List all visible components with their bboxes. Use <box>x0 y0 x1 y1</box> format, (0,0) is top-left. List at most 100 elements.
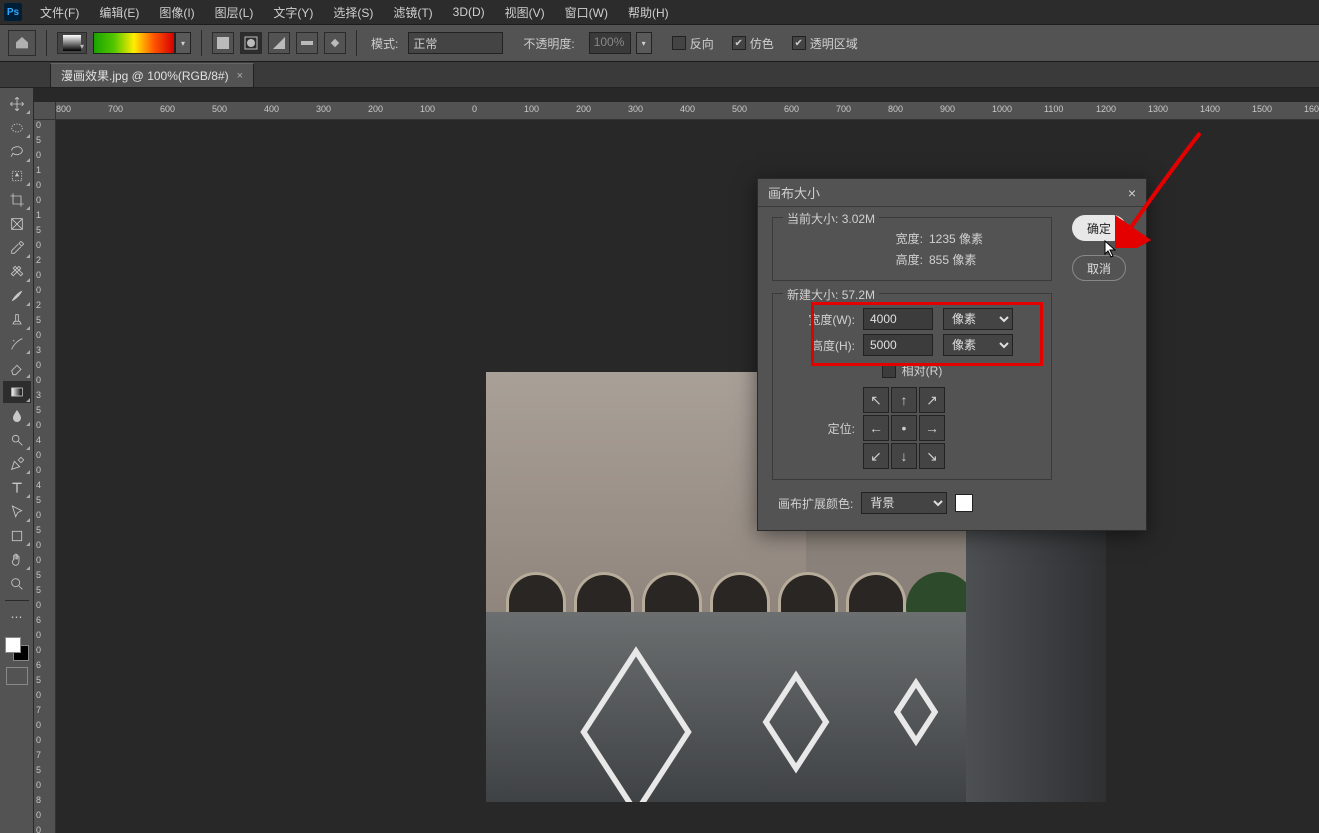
width-unit-select[interactable]: 像素 <box>943 308 1013 330</box>
dialog-titlebar[interactable]: 画布大小 × <box>758 179 1146 207</box>
anchor-se[interactable]: ↘ <box>919 443 945 469</box>
hand-tool[interactable] <box>3 549 31 571</box>
relative-checkbox[interactable] <box>882 364 896 378</box>
ruler-corner <box>34 102 56 120</box>
transparency-label: 透明区域 <box>810 35 858 52</box>
menu-bar: Ps 文件(F) 编辑(E) 图像(I) 图层(L) 文字(Y) 选择(S) 滤… <box>0 0 1319 24</box>
anchor-c[interactable]: • <box>891 415 917 441</box>
zoom-tool[interactable] <box>3 573 31 595</box>
vertical-ruler: 0501001502002503003504004505005506006507… <box>34 120 56 833</box>
ok-button[interactable]: 确定 <box>1072 215 1126 241</box>
current-size-value: 3.02M <box>842 212 875 226</box>
anchor-ne[interactable]: ↗ <box>919 387 945 413</box>
gradient-preview[interactable] <box>93 32 175 54</box>
height-unit-select[interactable]: 像素 <box>943 334 1013 356</box>
menu-help[interactable]: 帮助(H) <box>618 1 679 24</box>
document-tab[interactable]: 漫画效果.jpg @ 100%(RGB/8#) × <box>50 63 254 87</box>
gradient-radial-icon[interactable] <box>240 32 262 54</box>
crop-tool[interactable] <box>3 189 31 211</box>
blur-tool[interactable] <box>3 405 31 427</box>
menu-file[interactable]: 文件(F) <box>30 1 89 24</box>
menu-window[interactable]: 窗口(W) <box>555 1 618 24</box>
menu-layer[interactable]: 图层(L) <box>205 1 264 24</box>
transparency-checkbox[interactable]: 透明区域 <box>792 35 858 52</box>
new-size-value: 57.2M <box>842 288 875 302</box>
gradient-angle-icon[interactable] <box>268 32 290 54</box>
anchor-e[interactable]: → <box>919 415 945 441</box>
gradient-reflected-icon[interactable] <box>296 32 318 54</box>
dither-label: 仿色 <box>750 35 774 52</box>
menu-filter[interactable]: 滤镜(T) <box>383 1 442 24</box>
anchor-nw[interactable]: ↖ <box>863 387 889 413</box>
menu-type[interactable]: 文字(Y) <box>263 1 323 24</box>
width-field-label: 宽度(W): <box>785 311 855 328</box>
quick-select-tool[interactable] <box>3 165 31 187</box>
mode-select[interactable]: 正常 <box>408 32 503 54</box>
cur-width-label: 宽度: <box>863 230 923 247</box>
canvas-size-dialog: 画布大小 × 确定 取消 当前大小: 3.02M 宽度: 1235 像素 高度: 8… <box>757 178 1147 531</box>
menu-image[interactable]: 图像(I) <box>149 1 204 24</box>
history-brush-tool[interactable] <box>3 333 31 355</box>
edit-toolbar-icon[interactable]: ⋯ <box>3 606 31 628</box>
tools-panel: ⋯ <box>0 88 34 833</box>
dialog-close-icon[interactable]: × <box>1128 185 1136 201</box>
home-button[interactable] <box>8 30 36 56</box>
close-tab-icon[interactable]: × <box>237 70 243 82</box>
eraser-tool[interactable] <box>3 357 31 379</box>
anchor-n[interactable]: ↑ <box>891 387 917 413</box>
dither-checkbox[interactable]: 仿色 <box>732 35 774 52</box>
cancel-button[interactable]: 取消 <box>1072 255 1126 281</box>
cur-height-value: 855 像素 <box>929 251 1039 268</box>
extension-color-select[interactable]: 背景 <box>861 492 947 514</box>
frame-tool[interactable] <box>3 213 31 235</box>
horizontal-ruler: 8007006005004003002001000100200300400500… <box>56 102 1319 120</box>
opacity-label: 不透明度: <box>523 35 574 52</box>
opacity-field[interactable]: 100% <box>589 32 631 54</box>
reverse-checkbox[interactable]: 反向 <box>672 35 714 52</box>
menu-edit[interactable]: 编辑(E) <box>89 1 149 24</box>
cur-width-value: 1235 像素 <box>929 230 1039 247</box>
anchor-w[interactable]: ← <box>863 415 889 441</box>
height-field-label: 高度(H): <box>785 337 855 354</box>
lasso-tool[interactable] <box>3 141 31 163</box>
dialog-title-text: 画布大小 <box>768 183 820 202</box>
menu-3d[interactable]: 3D(D) <box>443 2 495 22</box>
shape-tool[interactable] <box>3 525 31 547</box>
move-tool[interactable] <box>3 93 31 115</box>
height-input[interactable] <box>863 334 933 356</box>
menu-view[interactable]: 视图(V) <box>495 1 555 24</box>
gradient-presets-button[interactable]: ▾ <box>57 32 87 54</box>
anchor-sw[interactable]: ↙ <box>863 443 889 469</box>
healing-tool[interactable] <box>3 261 31 283</box>
gradient-dropdown-button[interactable]: ▾ <box>175 32 191 54</box>
anchor-label: 定位: <box>785 420 855 437</box>
cur-height-label: 高度: <box>863 251 923 268</box>
dodge-tool[interactable] <box>3 429 31 451</box>
gradient-tool[interactable] <box>3 381 31 403</box>
width-input[interactable] <box>863 308 933 330</box>
eyedropper-tool[interactable] <box>3 237 31 259</box>
anchor-grid[interactable]: ↖ ↑ ↗ ← • → ↙ ↓ ↘ <box>863 387 945 469</box>
marquee-tool[interactable] <box>3 117 31 139</box>
extension-color-swatch[interactable] <box>955 494 973 512</box>
document-tab-title: 漫画效果.jpg @ 100%(RGB/8#) <box>61 67 229 84</box>
path-select-tool[interactable] <box>3 501 31 523</box>
reverse-label: 反向 <box>690 35 714 52</box>
gradient-diamond-icon[interactable] <box>324 32 346 54</box>
options-bar: ▾ ▾ 模式: 正常 不透明度: 100% ▾ 反向 仿色 透明区域 <box>0 24 1319 62</box>
menu-select[interactable]: 选择(S) <box>323 1 383 24</box>
brush-tool[interactable] <box>3 285 31 307</box>
anchor-s[interactable]: ↓ <box>891 443 917 469</box>
type-tool[interactable] <box>3 477 31 499</box>
pen-tool[interactable] <box>3 453 31 475</box>
gradient-linear-icon[interactable] <box>212 32 234 54</box>
current-size-label: 当前大小: <box>787 212 838 226</box>
opacity-dropdown[interactable]: ▾ <box>636 32 652 54</box>
new-size-label: 新建大小: <box>787 288 838 302</box>
relative-label: 相对(R) <box>902 362 943 379</box>
stamp-tool[interactable] <box>3 309 31 331</box>
ps-logo-icon: Ps <box>4 3 22 21</box>
foreground-background-colors[interactable] <box>3 635 31 663</box>
quick-mask-button[interactable] <box>6 667 28 685</box>
mode-label: 模式: <box>371 35 398 52</box>
